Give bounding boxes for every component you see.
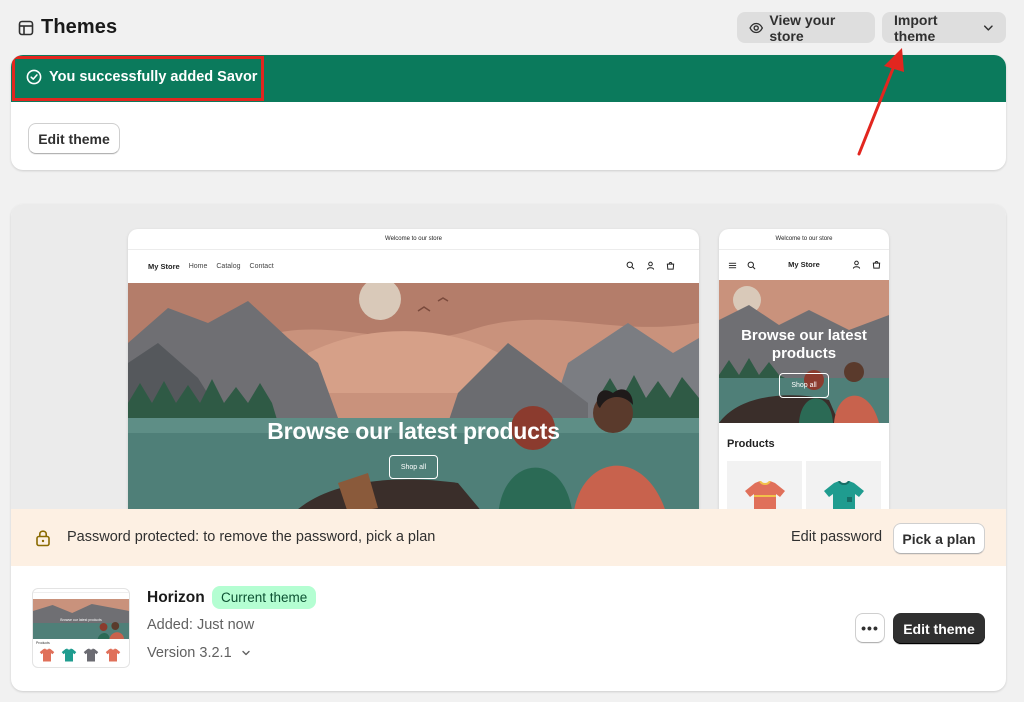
tshirt-image xyxy=(744,481,785,509)
pick-plan-button[interactable]: Pick a plan xyxy=(893,523,985,554)
current-theme-card: Welcome to our store My Store Home Catal… xyxy=(11,204,1006,691)
product-tile xyxy=(806,461,881,509)
success-message: You successfully added Savor xyxy=(26,69,257,85)
eye-icon xyxy=(749,22,764,33)
tshirt-image xyxy=(83,648,99,662)
password-protection-bar: Password protected: to remove the passwo… xyxy=(11,509,1006,566)
mobile-nav-right xyxy=(852,260,881,269)
account-icon xyxy=(646,261,655,270)
tshirt-image xyxy=(823,481,864,509)
nav-catalog: Catalog xyxy=(216,263,241,270)
tshirt-image xyxy=(39,648,55,662)
desktop-hero-title: Browse our latest products xyxy=(267,418,560,444)
store-nav-icons xyxy=(626,261,675,270)
chevron-down-icon xyxy=(984,24,994,31)
desktop-preview: Welcome to our store My Store Home Catal… xyxy=(128,229,699,509)
chevron-down-icon xyxy=(241,650,250,656)
nav-home: Home xyxy=(188,263,208,270)
edit-theme-button[interactable]: Edit theme xyxy=(893,613,985,644)
page-title: Themes xyxy=(41,16,118,38)
password-message: Password protected: to remove the passwo… xyxy=(67,529,436,545)
desktop-shop-all-button: Shop all xyxy=(389,455,438,479)
mobile-products-heading: Products xyxy=(727,438,775,450)
import-theme-label: Import theme xyxy=(894,11,938,44)
check-circle-icon xyxy=(26,69,42,85)
search-icon xyxy=(626,261,635,270)
mobile-product-tiles xyxy=(727,461,881,509)
page-title-group: Themes xyxy=(18,16,117,39)
mobile-hero-title: Browse our latest products xyxy=(741,327,867,362)
thumb-hero-title: Browse our latest products xyxy=(60,618,102,622)
mobile-preview: Welcome to our store My Store Browse our… xyxy=(719,229,889,509)
mobile-store-nav: My Store xyxy=(719,250,889,280)
success-message-text: You successfully added Savor xyxy=(49,69,258,85)
current-theme-badge: Current theme xyxy=(212,586,317,609)
theme-name: Horizon xyxy=(147,589,205,606)
cart-icon xyxy=(666,261,675,270)
view-store-label: View your store xyxy=(769,11,836,44)
theme-version-label: Version 3.2.1 xyxy=(147,645,232,661)
account-icon xyxy=(852,260,861,269)
thumb-product-row xyxy=(33,645,129,662)
cart-icon xyxy=(872,260,881,269)
thumb-hero: Browse our latest products xyxy=(33,599,129,639)
desktop-hero: Browse our latest products Shop all xyxy=(128,283,699,509)
theme-added-date: Added: Just now xyxy=(147,617,255,633)
product-tile xyxy=(727,461,802,509)
mobile-shop-all-button: Shop all xyxy=(779,373,829,398)
theme-icon xyxy=(18,20,34,35)
theme-version-dropdown[interactable]: Version 3.2.1 xyxy=(147,645,252,661)
tshirt-image xyxy=(61,648,77,662)
view-store-button[interactable]: View your store xyxy=(737,11,875,44)
mobile-announcement-bar: Welcome to our store xyxy=(719,229,889,250)
more-actions-button[interactable]: ••• xyxy=(855,613,885,643)
annotation-arrow xyxy=(857,48,904,156)
mobile-hero: Browse our latest products Shop all xyxy=(719,280,889,423)
theme-preview: Welcome to our store My Store Home Catal… xyxy=(11,204,1006,509)
edit-password-link[interactable]: Edit password xyxy=(791,529,882,545)
lock-icon xyxy=(36,530,50,547)
theme-thumbnail: Browse our latest products Products xyxy=(32,588,130,668)
desktop-store-nav: My Store Home Catalog Contact xyxy=(128,250,699,283)
tshirt-image xyxy=(105,648,121,662)
announcement-bar: Welcome to our store xyxy=(128,229,699,250)
import-theme-button[interactable]: Import theme xyxy=(882,11,1006,44)
banner-edit-theme-button[interactable]: Edit theme xyxy=(28,123,120,154)
nav-contact: Contact xyxy=(249,263,274,270)
store-brand: My Store xyxy=(148,262,180,271)
